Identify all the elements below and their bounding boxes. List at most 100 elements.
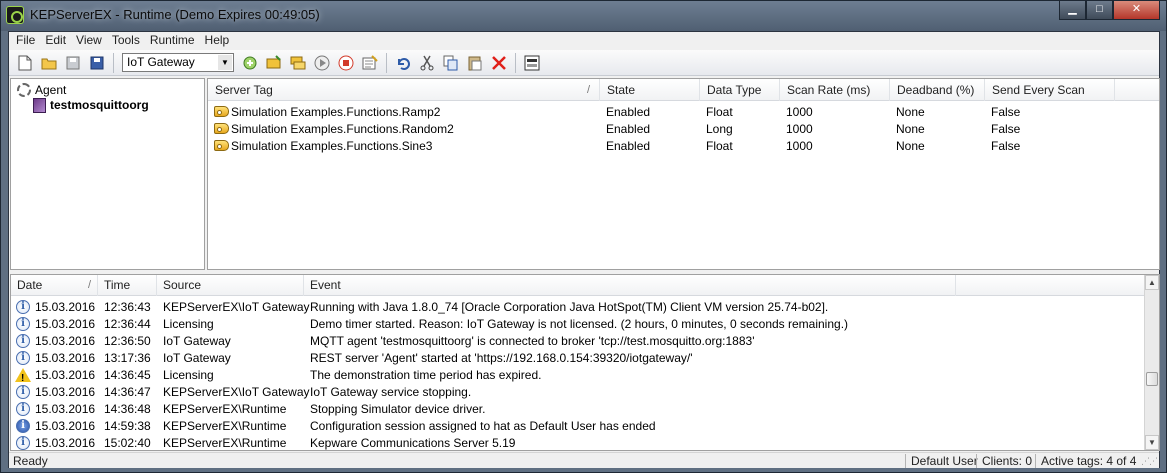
log-row[interactable]: 15.03.2016 14:36:45 Licensing The demons… <box>11 367 1145 387</box>
log-row[interactable]: i 15.03.2016 14:36:47 KEPServerEX\IoT Ga… <box>11 384 1145 401</box>
event-log[interactable]: Date / Time Source Event i 15.03.2016 12… <box>10 274 1160 451</box>
table-row[interactable]: Simulation Examples.Functions.Random2 En… <box>208 121 1159 138</box>
info-icon: i <box>16 436 30 450</box>
column-scan-rate[interactable]: Scan Rate (ms) <box>780 79 890 101</box>
scroll-up-button[interactable]: ▲ <box>1145 275 1159 290</box>
log-source: KEPServerEX\IoT Gateway <box>163 300 310 314</box>
save-icon[interactable] <box>65 55 81 71</box>
cut-icon[interactable] <box>419 55 435 71</box>
log-row[interactable]: i 15.03.2016 13:17:36 IoT Gateway REST s… <box>11 350 1145 367</box>
start-icon[interactable] <box>314 55 330 71</box>
quick-client-icon[interactable] <box>524 55 540 71</box>
tag-list-header: Server Tag / State Data Type Scan Rate (… <box>208 79 1159 101</box>
tag-list[interactable]: Server Tag / State Data Type Scan Rate (… <box>207 78 1160 270</box>
kepserver-app-icon[interactable] <box>6 6 24 24</box>
status-clients: Clients: 0 <box>982 454 1033 468</box>
toolbar-separator <box>113 52 114 73</box>
menu-file[interactable]: File <box>11 32 40 49</box>
log-row[interactable]: i 15.03.2016 15:02:40 KEPServerEX\Runtim… <box>11 435 1145 450</box>
rate-cell: 1000 <box>786 122 813 136</box>
log-source: IoT Gateway <box>163 351 231 365</box>
close-button[interactable]: ✕ <box>1113 1 1160 20</box>
mqtt-agent-icon <box>31 97 47 113</box>
status-user: Default User <box>911 454 978 468</box>
info-icon: i <box>16 402 30 416</box>
status-separator <box>976 454 977 468</box>
log-date: 15.03.2016 <box>35 368 96 382</box>
log-time: 14:36:48 <box>104 402 151 416</box>
log-row[interactable]: i 15.03.2016 14:59:38 KEPServerEX\Runtim… <box>11 418 1145 435</box>
log-row[interactable]: i 15.03.2016 12:36:50 IoT Gateway MQTT a… <box>11 333 1145 350</box>
log-source: IoT Gateway <box>163 334 231 348</box>
tree-item-label: Agent <box>35 83 67 97</box>
new-project-icon[interactable] <box>17 55 33 71</box>
multiple-tags-icon[interactable] <box>290 55 306 71</box>
new-tag-icon[interactable] <box>266 54 282 71</box>
new-agent-icon[interactable] <box>242 55 258 71</box>
menu-runtime[interactable]: Runtime <box>145 32 200 49</box>
column-date[interactable]: Date / <box>11 275 98 296</box>
log-date: 15.03.2016 <box>35 334 96 348</box>
paste-icon[interactable] <box>467 55 483 71</box>
deadband-cell: None <box>896 122 925 136</box>
save-as-icon[interactable] <box>89 55 105 71</box>
tag-icon <box>214 140 229 151</box>
table-row[interactable]: Simulation Examples.Functions.Sine3 Enab… <box>208 138 1159 155</box>
tree-item-testmosquittoorg[interactable]: testmosquittoorg <box>31 97 149 113</box>
menu-help[interactable]: Help <box>200 32 235 49</box>
column-data-type[interactable]: Data Type <box>700 79 780 101</box>
log-time: 15:02:40 <box>104 436 151 450</box>
delete-icon[interactable] <box>491 55 507 71</box>
undo-icon[interactable] <box>395 55 411 71</box>
log-event: REST server 'Agent' started at 'https://… <box>310 351 693 365</box>
menu-tools[interactable]: Tools <box>107 32 145 49</box>
column-deadband[interactable]: Deadband (%) <box>890 79 985 101</box>
log-time: 14:59:38 <box>104 419 151 433</box>
title-bar[interactable]: KEPServerEX - Runtime (Demo Expires 00:4… <box>1 1 1166 31</box>
scroll-down-button[interactable]: ▼ <box>1145 435 1159 450</box>
column-send-every-scan[interactable]: Send Every Scan <box>985 79 1115 101</box>
column-server-tag[interactable]: Server Tag / <box>208 79 600 101</box>
chevron-down-icon[interactable]: ▼ <box>218 55 232 70</box>
tree-item-label: testmosquittoorg <box>50 98 149 112</box>
column-state[interactable]: State <box>600 79 700 101</box>
tag-cell: Simulation Examples.Functions.Random2 <box>214 121 454 138</box>
stop-icon[interactable] <box>338 55 354 71</box>
tag-icon <box>214 106 229 117</box>
column-source[interactable]: Source <box>157 275 304 296</box>
minimize-button[interactable]: ▁ <box>1059 1 1086 20</box>
column-event[interactable]: Event <box>304 275 956 296</box>
tag-cell: Simulation Examples.Functions.Sine3 <box>214 138 432 155</box>
resize-grip-icon[interactable]: ⋰⋰ <box>1141 456 1158 467</box>
table-row[interactable]: Simulation Examples.Functions.Ramp2 Enab… <box>208 104 1159 121</box>
log-row[interactable]: i 15.03.2016 12:36:44 Licensing Demo tim… <box>11 316 1145 333</box>
log-time: 12:36:44 <box>104 317 151 331</box>
deadband-cell: None <box>896 105 925 119</box>
open-folder-icon[interactable] <box>41 55 57 71</box>
menu-view[interactable]: View <box>71 32 107 49</box>
log-event: Kepware Communications Server 5.19 <box>310 436 516 450</box>
log-source: KEPServerEX\Runtime <box>163 436 287 450</box>
project-combo[interactable]: IoT Gateway ▼ <box>122 53 234 72</box>
column-label: Date <box>17 278 43 292</box>
tree-item-agent[interactable]: Agent <box>16 82 66 98</box>
maximize-button[interactable]: □ <box>1086 1 1113 20</box>
client-area: File Edit View Tools Runtime Help IoT Ga… <box>8 31 1160 468</box>
event-log-header: Date / Time Source Event <box>11 275 1145 296</box>
copy-icon[interactable] <box>443 55 459 71</box>
app-window: KEPServerEX - Runtime (Demo Expires 00:4… <box>0 0 1167 473</box>
log-row[interactable]: i 15.03.2016 12:36:43 KEPServerEX\IoT Ga… <box>11 299 1145 316</box>
log-source: KEPServerEX\IoT Gateway <box>163 385 310 399</box>
log-event: Stopping Simulator device driver. <box>310 402 486 416</box>
agent-tree[interactable]: Agent testmosquittoorg <box>10 78 205 270</box>
menu-edit[interactable]: Edit <box>40 32 71 49</box>
log-event: Running with Java 1.8.0_74 [Oracle Corpo… <box>310 300 829 314</box>
event-log-scrollbar[interactable]: ▲ ▼ <box>1144 275 1159 450</box>
properties-icon[interactable] <box>362 54 378 71</box>
log-source: Licensing <box>163 317 214 331</box>
column-time[interactable]: Time <box>98 275 157 296</box>
log-source: KEPServerEX\Runtime <box>163 419 287 433</box>
log-event: The demonstration time period has expire… <box>310 368 542 382</box>
log-row[interactable]: i 15.03.2016 14:36:48 KEPServerEX\Runtim… <box>11 401 1145 418</box>
scroll-thumb[interactable] <box>1146 372 1158 386</box>
